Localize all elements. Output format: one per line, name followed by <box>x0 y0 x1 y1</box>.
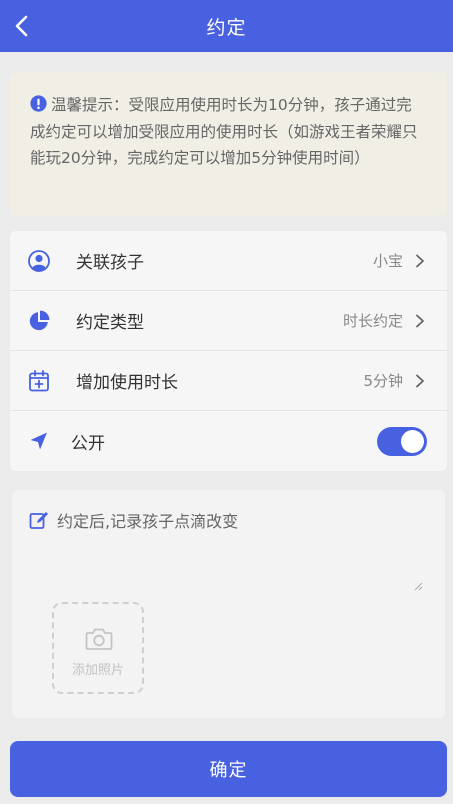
location-arrow-icon <box>28 430 50 452</box>
top-bar: 约定 <box>0 0 453 52</box>
toggle-knob <box>401 430 424 453</box>
note-area[interactable]: 约定后,记录孩子点滴改变 添加照片 <box>12 490 445 718</box>
linked-child-row[interactable]: 关联孩子 小宝 <box>10 231 447 291</box>
resize-grip-icon[interactable] <box>413 581 423 591</box>
row-label: 增加使用时长 <box>76 373 178 393</box>
add-photo-label: 添加照片 <box>71 663 124 678</box>
edit-icon <box>29 512 48 529</box>
camera-icon <box>85 628 113 650</box>
row-value: 时长约定 <box>342 312 403 330</box>
notice-text: 温馨提示：受限应用使用时长为10分钟，孩子通过完成约定可以增加受限应用的使用时长… <box>30 96 418 167</box>
settings-list: 关联孩子 小宝 约定类型 时长约定 增加使用时长 5分钟 公开 <box>10 231 447 471</box>
row-value: 5分钟 <box>363 372 403 390</box>
public-toggle[interactable] <box>377 427 427 456</box>
row-label: 关联孩子 <box>76 253 144 273</box>
pie-chart-icon <box>28 310 50 332</box>
add-duration-row[interactable]: 增加使用时长 5分钟 <box>10 351 447 411</box>
page-title: 约定 <box>206 16 247 39</box>
row-value: 小宝 <box>372 252 403 270</box>
row-label: 公开 <box>71 433 105 454</box>
tip-notice: 温馨提示：受限应用使用时长为10分钟，孩子通过完成约定可以增加受限应用的使用时长… <box>10 72 447 216</box>
agreement-type-row[interactable]: 约定类型 时长约定 <box>10 291 447 351</box>
row-label: 约定类型 <box>76 313 144 333</box>
chevron-left-icon <box>15 15 28 37</box>
confirm-button[interactable]: 确定 <box>10 741 447 797</box>
exclamation-icon <box>30 95 47 112</box>
note-placeholder: 约定后,记录孩子点滴改变 <box>57 512 239 531</box>
chevron-right-icon <box>416 374 424 388</box>
back-button[interactable] <box>8 12 36 40</box>
calendar-add-icon <box>28 370 50 392</box>
chevron-right-icon <box>416 314 424 328</box>
public-row: 公开 <box>10 411 447 471</box>
add-photo-button[interactable]: 添加照片 <box>52 602 144 694</box>
user-icon <box>28 250 50 272</box>
chevron-right-icon <box>416 254 424 268</box>
